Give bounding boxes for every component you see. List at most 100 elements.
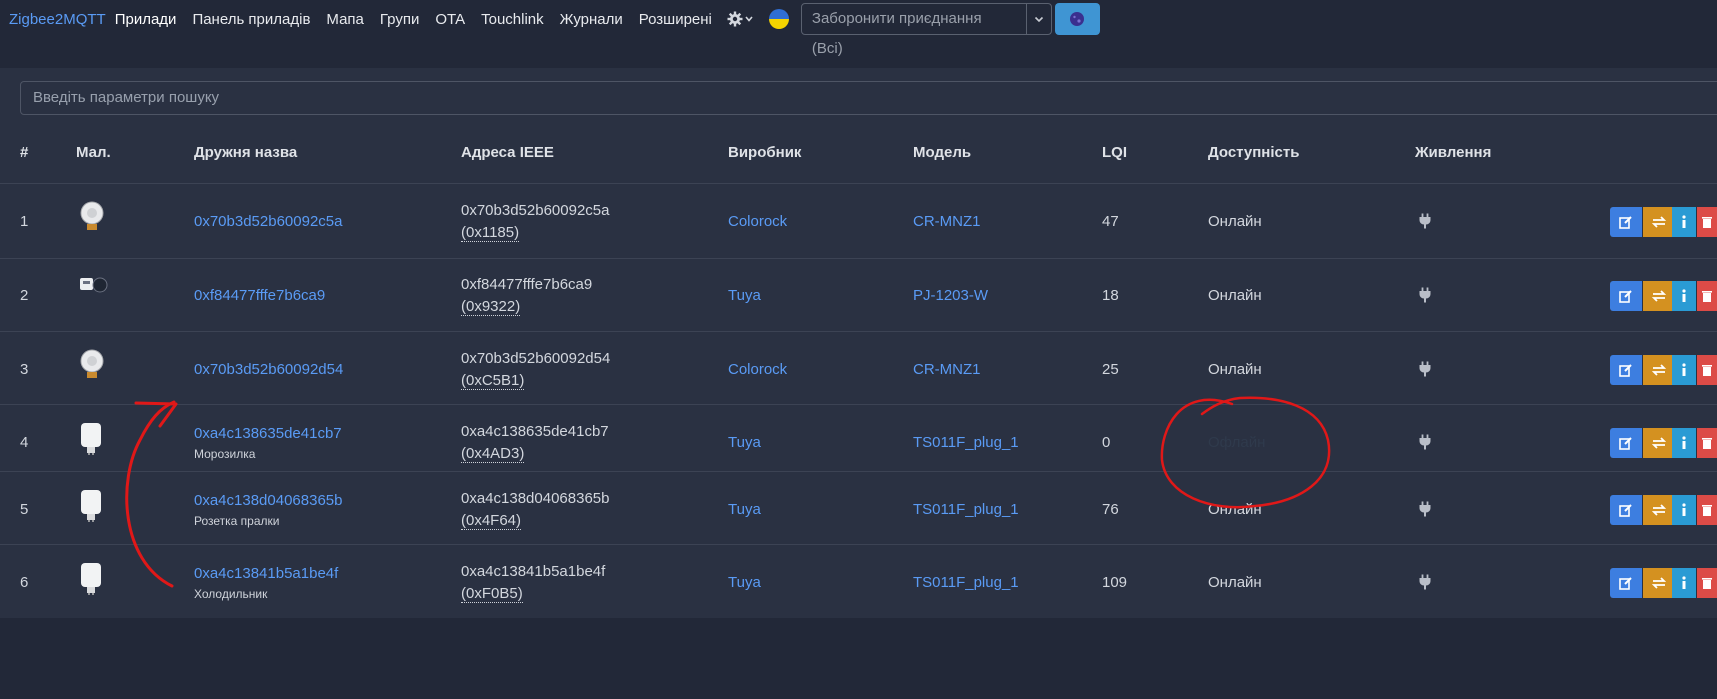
- delete-button[interactable]: [1697, 281, 1717, 311]
- permit-join-select[interactable]: Заборонити приєднання (Всі): [800, 3, 1052, 57]
- reconfigure-button[interactable]: [1643, 281, 1675, 311]
- nav-extensions[interactable]: Розширені: [639, 11, 712, 28]
- delete-button[interactable]: [1697, 495, 1717, 525]
- permit-join-toggle[interactable]: [1027, 4, 1051, 34]
- vendor-link[interactable]: Tuya: [728, 501, 761, 518]
- swap-icon: [1651, 290, 1667, 302]
- vendor-link[interactable]: Tuya: [728, 287, 761, 304]
- edit-button[interactable]: [1610, 207, 1642, 237]
- settings-dropdown[interactable]: [727, 11, 753, 27]
- info-button[interactable]: [1672, 355, 1696, 385]
- trash-icon: [1702, 438, 1712, 449]
- theme-toggle-button[interactable]: [1054, 3, 1100, 35]
- model-link[interactable]: TS011F_plug_1: [913, 434, 1019, 451]
- info-icon: [1682, 289, 1686, 302]
- vendor-link[interactable]: Colorock: [728, 213, 787, 230]
- vendor-link[interactable]: Colorock: [728, 361, 787, 378]
- ieee-address: 0xa4c138d04068365b: [461, 490, 610, 507]
- nav-logs[interactable]: Журнали: [560, 11, 623, 28]
- device-name-link[interactable]: 0xa4c138d04068365b: [194, 492, 342, 509]
- col-image[interactable]: Мал.: [76, 144, 111, 161]
- nav-touchlink[interactable]: Touchlink: [481, 11, 544, 28]
- nav-devices[interactable]: Прилади: [115, 11, 177, 28]
- col-friendly-name[interactable]: Дружня назва: [194, 144, 297, 161]
- col-lqi[interactable]: LQI: [1102, 144, 1127, 161]
- info-button[interactable]: [1672, 281, 1696, 311]
- col-ieee[interactable]: Адреса IEEE: [461, 144, 554, 161]
- edit-button[interactable]: [1610, 428, 1642, 458]
- gear-icon: [727, 11, 743, 27]
- network-address: (0x9322): [461, 298, 521, 316]
- col-power[interactable]: Живлення: [1415, 144, 1491, 161]
- delete-button[interactable]: [1697, 428, 1717, 458]
- table-row: 6 0xa4c13841b5a1be4f Холодильник 0xa4c13841…: [0, 547, 1717, 621]
- delete-button[interactable]: [1697, 207, 1717, 237]
- device-image: [78, 348, 106, 386]
- lqi-value: 25: [1102, 361, 1119, 378]
- device-name-link[interactable]: 0x70b3d52b60092d54: [194, 361, 343, 378]
- col-vendor[interactable]: Виробник: [728, 144, 801, 161]
- network-address: (0xC5B1): [461, 372, 525, 390]
- devices-card: Введіть параметри пошуку # Мал. Дружня н…: [0, 68, 1717, 618]
- model-link[interactable]: TS011F_plug_1: [913, 574, 1019, 591]
- edit-button[interactable]: [1610, 281, 1642, 311]
- reconfigure-button[interactable]: [1643, 207, 1675, 237]
- vendor-link[interactable]: Tuya: [728, 434, 761, 451]
- table-row: 5 0xa4c138d04068365b Розетка пралки 0xa4c13…: [0, 474, 1717, 548]
- model-link[interactable]: CR-MNZ1: [913, 213, 981, 230]
- language-flag-icon[interactable]: [768, 9, 789, 29]
- brand-link[interactable]: Zigbee2MQTT: [9, 11, 106, 28]
- swap-icon: [1651, 364, 1667, 376]
- trash-icon: [1702, 365, 1712, 376]
- device-image: [78, 200, 106, 238]
- device-image: [78, 561, 104, 599]
- device-name-link[interactable]: 0xa4c138635de41cb7: [194, 425, 342, 442]
- info-icon: [1682, 503, 1686, 516]
- lqi-value: 0: [1102, 434, 1111, 451]
- edit-button[interactable]: [1610, 495, 1642, 525]
- top-navbar: Zigbee2MQTT Прилади Панель приладів Мапа…: [0, 0, 1717, 57]
- nav-dashboard[interactable]: Панель приладів: [192, 11, 310, 28]
- model-link[interactable]: PJ-1203-W: [913, 287, 988, 304]
- availability-status: Онлайн: [1208, 287, 1262, 304]
- reconfigure-button[interactable]: [1643, 428, 1675, 458]
- model-link[interactable]: CR-MNZ1: [913, 361, 981, 378]
- device-name-link[interactable]: 0x70b3d52b60092c5a: [194, 213, 342, 230]
- info-button[interactable]: [1672, 495, 1696, 525]
- col-number[interactable]: #: [20, 144, 28, 161]
- info-icon: [1682, 215, 1686, 228]
- reconfigure-button[interactable]: [1643, 568, 1675, 598]
- edit-icon: [1619, 364, 1632, 377]
- info-button[interactable]: [1672, 428, 1696, 458]
- reconfigure-button[interactable]: [1643, 495, 1675, 525]
- nav-map[interactable]: Мапа: [326, 11, 363, 28]
- edit-button[interactable]: [1610, 568, 1642, 598]
- nav-ota[interactable]: OTA: [435, 11, 465, 28]
- vendor-link[interactable]: Tuya: [728, 574, 761, 591]
- lqi-value: 18: [1102, 287, 1119, 304]
- col-availability[interactable]: Доступність: [1208, 144, 1299, 161]
- device-name-link[interactable]: 0xf84477fffe7b6ca9: [194, 287, 325, 304]
- plug-icon: [1418, 287, 1432, 307]
- device-name-link[interactable]: 0xa4c13841b5a1be4f: [194, 565, 338, 582]
- plug-icon: [1418, 574, 1432, 594]
- device-image: [78, 274, 108, 300]
- ieee-address: 0x70b3d52b60092c5a: [461, 202, 610, 219]
- availability-status: Офлайн: [1208, 434, 1266, 451]
- col-model[interactable]: Модель: [913, 144, 971, 161]
- device-image: [78, 488, 104, 526]
- reconfigure-button[interactable]: [1643, 355, 1675, 385]
- info-button[interactable]: [1672, 207, 1696, 237]
- search-input[interactable]: Введіть параметри пошуку: [20, 81, 1717, 115]
- table-row: 1 0x70b3d52b60092c5a 0x70b3d52b60092c5a (0x…: [0, 186, 1717, 260]
- swap-icon: [1651, 437, 1667, 449]
- model-link[interactable]: TS011F_plug_1: [913, 501, 1019, 518]
- permit-join-label: Заборонити приєднання (Всі): [802, 4, 1027, 57]
- edit-button[interactable]: [1610, 355, 1642, 385]
- delete-button[interactable]: [1697, 568, 1717, 598]
- info-button[interactable]: [1672, 568, 1696, 598]
- row-number: 5: [20, 501, 29, 518]
- device-description: Холодильник: [194, 587, 268, 601]
- delete-button[interactable]: [1697, 355, 1717, 385]
- nav-groups[interactable]: Групи: [380, 11, 419, 28]
